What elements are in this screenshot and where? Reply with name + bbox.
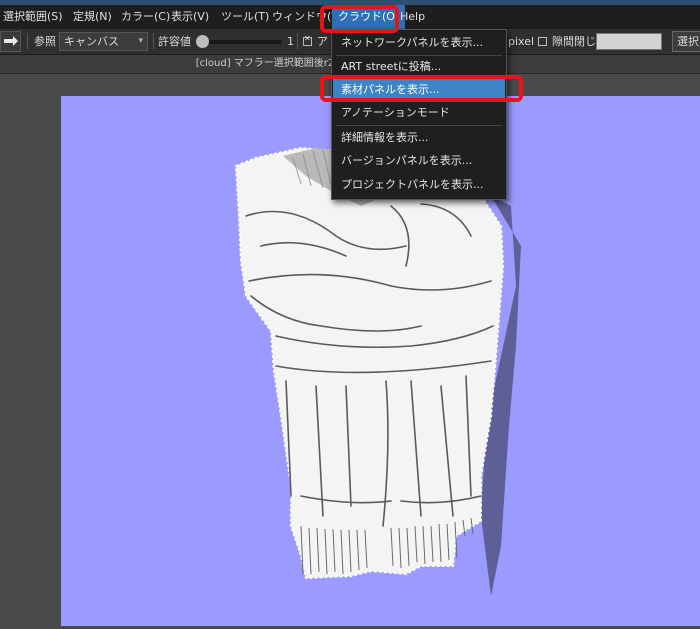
menu-color[interactable]: カラー(C) xyxy=(121,5,170,29)
gap-close-level-field[interactable] xyxy=(596,33,662,50)
menu-tool[interactable]: ツール(T) xyxy=(221,5,269,29)
highlight-material-panel xyxy=(320,75,523,102)
menu-view[interactable]: 表示(V) xyxy=(171,5,209,29)
reference-select[interactable]: キャンバス ▾ xyxy=(59,32,148,51)
reference-select-value: キャンバス xyxy=(64,35,119,48)
gap-close-label: 隙間閉じ xyxy=(552,35,596,48)
antialias-checkbox[interactable] xyxy=(303,34,312,46)
tolerance-slider-handle[interactable] xyxy=(196,35,209,48)
cloud-dropdown-menu: ネットワークパネルを表示... ART streetに投稿... 素材パネルを表… xyxy=(331,29,507,200)
menu-separator xyxy=(336,125,502,126)
menu-selection[interactable]: 選択範囲(S) xyxy=(3,5,63,29)
menu-item-network-panel[interactable]: ネットワークパネルを表示... xyxy=(333,32,505,54)
toolbar-divider xyxy=(153,33,154,50)
menu-item-version-panel[interactable]: バージョンパネルを表示... xyxy=(333,150,505,172)
menu-item-annotation-mode[interactable]: アノテーションモード xyxy=(333,102,505,124)
gap-close-checkbox[interactable] xyxy=(538,37,547,46)
tolerance-label: 許容値 xyxy=(158,35,191,48)
reference-label: 参照 xyxy=(34,35,56,48)
toolbar-divider xyxy=(27,33,28,50)
menu-item-project-panel[interactable]: プロジェクトパネルを表示... xyxy=(333,174,505,196)
arrow-button[interactable] xyxy=(0,31,21,52)
chevron-down-icon: ▾ xyxy=(138,36,143,46)
tolerance-value: 1 xyxy=(287,35,294,48)
menu-help[interactable]: Help xyxy=(400,5,425,29)
highlight-cloud-menu xyxy=(320,5,399,33)
select-button[interactable]: 選択 xyxy=(672,31,700,52)
arrow-right-icon xyxy=(4,36,18,46)
toolbar-divider xyxy=(297,33,298,50)
pixel-unit-label: pixel xyxy=(508,35,535,48)
tolerance-slider[interactable] xyxy=(200,40,282,44)
menu-ruler[interactable]: 定規(N) xyxy=(73,5,112,29)
menu-item-details[interactable]: 詳細情報を表示... xyxy=(333,127,505,149)
